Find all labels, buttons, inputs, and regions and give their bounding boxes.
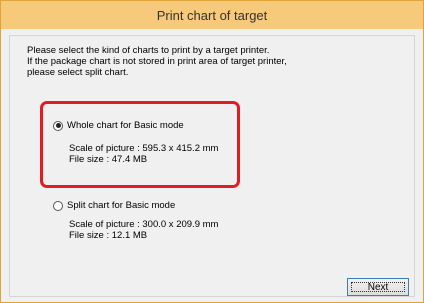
split-chart-radio-option[interactable]: Split chart for Basic mode — [53, 200, 175, 211]
instructions-text: Please select the kind of charts to prin… — [27, 45, 397, 78]
next-button[interactable]: Next — [347, 278, 409, 296]
instructions-line-3: please select split chart. — [27, 67, 129, 78]
title-bar: Print chart of target — [1, 1, 423, 29]
split-chart-scale: Scale of picture : 300.0 x 209.9 mm — [69, 219, 219, 230]
dialog-window: Print chart of target Please select the … — [0, 0, 424, 303]
focus-rectangle — [351, 282, 405, 292]
whole-chart-label[interactable]: Whole chart for Basic mode — [67, 120, 184, 131]
whole-chart-details: Scale of picture : 595.3 x 415.2 mm File… — [69, 143, 218, 165]
radio-button-selected[interactable] — [53, 120, 63, 131]
split-chart-label[interactable]: Split chart for Basic mode — [67, 200, 175, 211]
radio-dot-icon — [55, 123, 61, 128]
split-chart-file-size: File size : 12.1 MB — [69, 230, 148, 241]
instructions-line-2: If the package chart is not stored in pr… — [27, 56, 287, 67]
whole-chart-radio-option[interactable]: Whole chart for Basic mode — [53, 120, 184, 131]
instructions-line-1: Please select the kind of charts to prin… — [27, 45, 270, 56]
split-chart-details: Scale of picture : 300.0 x 209.9 mm File… — [69, 219, 218, 241]
whole-chart-scale: Scale of picture : 595.3 x 415.2 mm — [69, 143, 219, 154]
radio-button-unselected[interactable] — [53, 200, 63, 211]
whole-chart-file-size: File size : 47.4 MB — [69, 154, 148, 165]
dialog-title: Print chart of target — [156, 7, 268, 23]
